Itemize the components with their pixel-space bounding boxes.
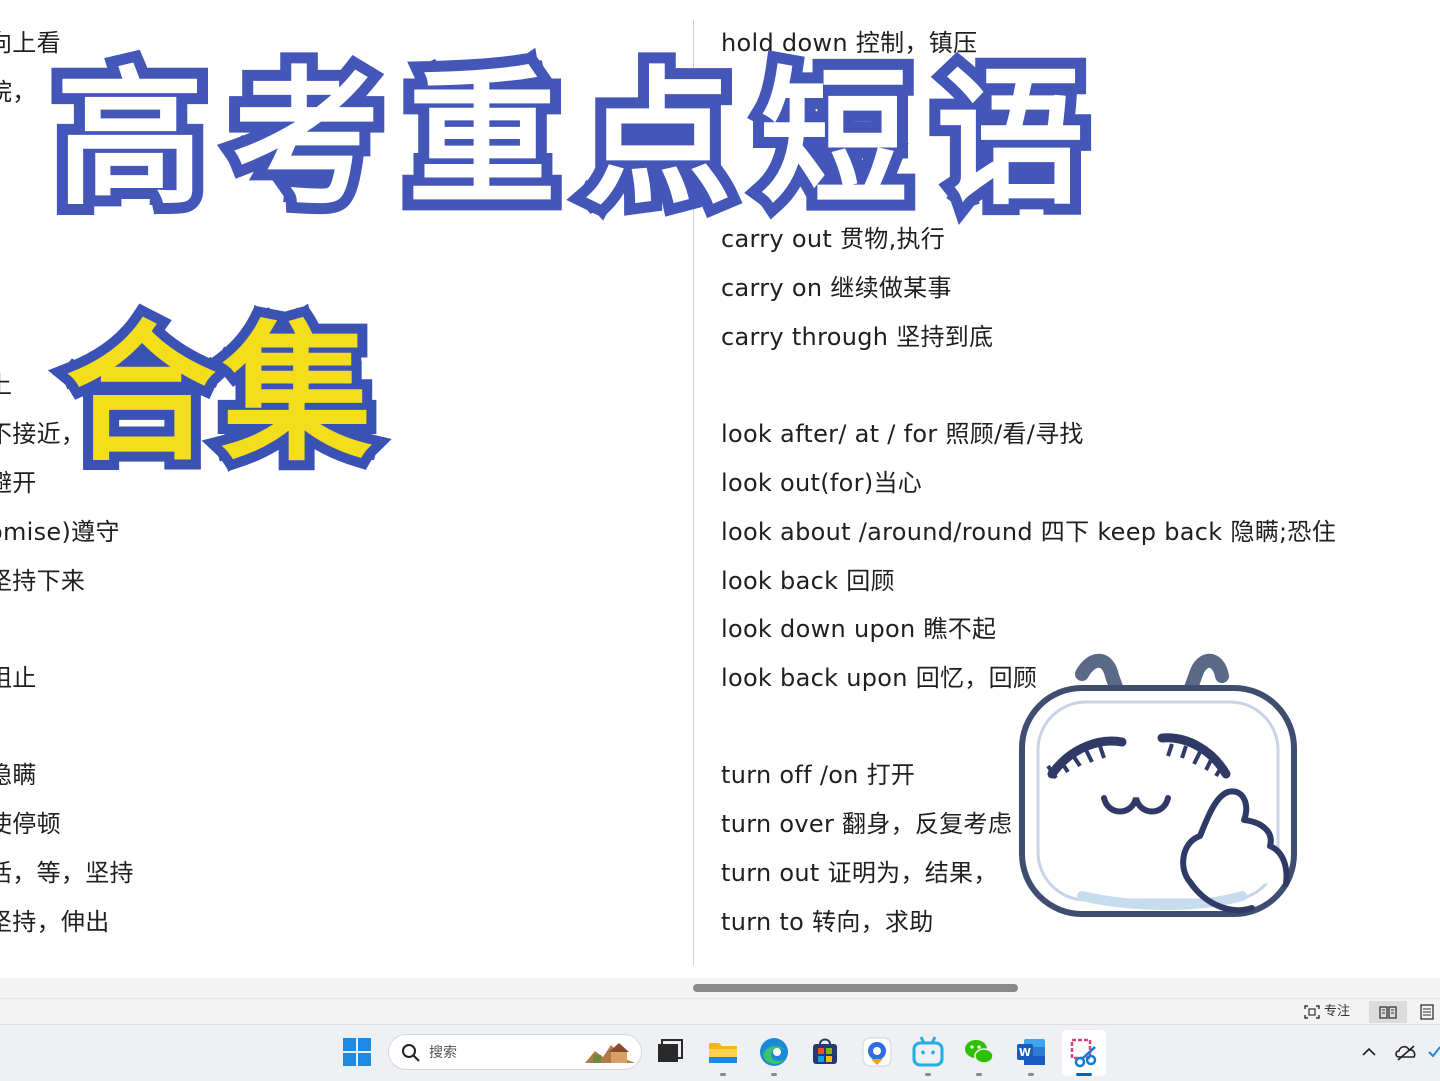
search-highlight-icon bbox=[585, 1043, 635, 1063]
start-icon[interactable] bbox=[340, 1035, 374, 1069]
phrase-line: carry through 坚持到底 bbox=[721, 323, 994, 351]
phrase-line: omise)遵守 bbox=[0, 518, 120, 546]
svg-text:W: W bbox=[1019, 1046, 1031, 1059]
phrase-line: look after/ at / for 照顾/看/寻找 bbox=[721, 420, 1084, 448]
phrase-line: look back upon 回忆，回顾 bbox=[721, 664, 1038, 692]
taskbar-search-box[interactable]: 搜索 bbox=[388, 1034, 642, 1070]
overlay-subtitle: 合集 bbox=[56, 298, 382, 492]
mascot-sticker bbox=[1019, 653, 1297, 917]
print-layout-button[interactable] bbox=[1414, 1001, 1440, 1023]
phrase-line: look down upon 瞧不起 bbox=[721, 615, 997, 643]
scrollbar-thumb[interactable] bbox=[693, 984, 1018, 992]
horizontal-scrollbar[interactable] bbox=[0, 978, 1440, 998]
focus-mode-button[interactable]: 专注 bbox=[1303, 1001, 1350, 1023]
phrase-line: turn to 转向，求助 bbox=[721, 908, 934, 936]
phrase-line: turn out 证明为，结果， bbox=[721, 859, 998, 887]
phrase-line: 避开 bbox=[0, 469, 37, 497]
phrase-line: look out(for)当心 bbox=[721, 469, 923, 497]
status-bar: 专注 bbox=[0, 998, 1440, 1025]
phrase-line: 活，等，坚持 bbox=[0, 859, 134, 887]
snipping-tool-indicator bbox=[1076, 1073, 1092, 1076]
file-explorer-indicator bbox=[720, 1073, 726, 1076]
word-indicator bbox=[1028, 1073, 1034, 1076]
search-icon bbox=[402, 1044, 420, 1062]
edge-browser-icon[interactable] bbox=[757, 1035, 791, 1069]
search-placeholder: 搜索 bbox=[429, 1045, 457, 1061]
windows-taskbar: 搜索 W bbox=[0, 1024, 1440, 1081]
word-icon[interactable]: W bbox=[1014, 1035, 1048, 1069]
chevron-up-icon[interactable] bbox=[1360, 1043, 1378, 1061]
phrase-line: 院， bbox=[0, 78, 37, 106]
phrase-line: 坚持，伸出 bbox=[0, 908, 110, 936]
snipping-tool-icon[interactable] bbox=[1067, 1035, 1101, 1069]
phrase-line: turn off /on 打开 bbox=[721, 761, 916, 789]
check-icon[interactable] bbox=[1428, 1043, 1440, 1061]
store-icon[interactable] bbox=[808, 1035, 842, 1069]
phrase-line: carry on 继续做某事 bbox=[721, 274, 952, 302]
phrase-line: turn over 翻身，反复考虑 bbox=[721, 810, 1013, 838]
wps-office-icon[interactable] bbox=[860, 1035, 894, 1069]
phrase-line: look back 回顾 bbox=[721, 567, 895, 595]
wechat-indicator bbox=[976, 1073, 982, 1076]
onedrive-icon[interactable] bbox=[1394, 1041, 1418, 1063]
phrase-line: 隐瞒 bbox=[0, 761, 37, 789]
bilibili-icon[interactable] bbox=[911, 1035, 945, 1069]
phrase-line: 向上看 bbox=[0, 29, 61, 57]
phrase-line: 阻止 bbox=[0, 664, 37, 692]
edge-indicator bbox=[771, 1073, 777, 1076]
overlay-title: 高考重点短语 bbox=[45, 42, 1112, 236]
focus-mode-label: 专注 bbox=[1324, 1004, 1351, 1019]
page-layout-icon bbox=[1420, 1004, 1434, 1020]
wechat-icon[interactable] bbox=[962, 1035, 996, 1069]
phrase-line: 坚持下来 bbox=[0, 567, 86, 595]
file-explorer-icon[interactable] bbox=[706, 1035, 740, 1069]
phrase-line: 上 bbox=[0, 370, 12, 400]
book-icon bbox=[1379, 1006, 1397, 1019]
phrase-line: look about /around/round 四下 keep back 隐瞒… bbox=[721, 518, 1337, 546]
document-page: 向上看院，上不接近，避开omise)遵守坚持下来 阻止 隐瞒使停顿活，等，坚持坚… bbox=[0, 0, 1440, 978]
phrase-line: 使停顿 bbox=[0, 810, 61, 838]
task-view-icon[interactable] bbox=[652, 1035, 686, 1069]
read-mode-button[interactable] bbox=[1369, 1001, 1407, 1023]
focus-icon bbox=[1304, 1005, 1320, 1019]
bilibili-indicator bbox=[925, 1073, 931, 1076]
